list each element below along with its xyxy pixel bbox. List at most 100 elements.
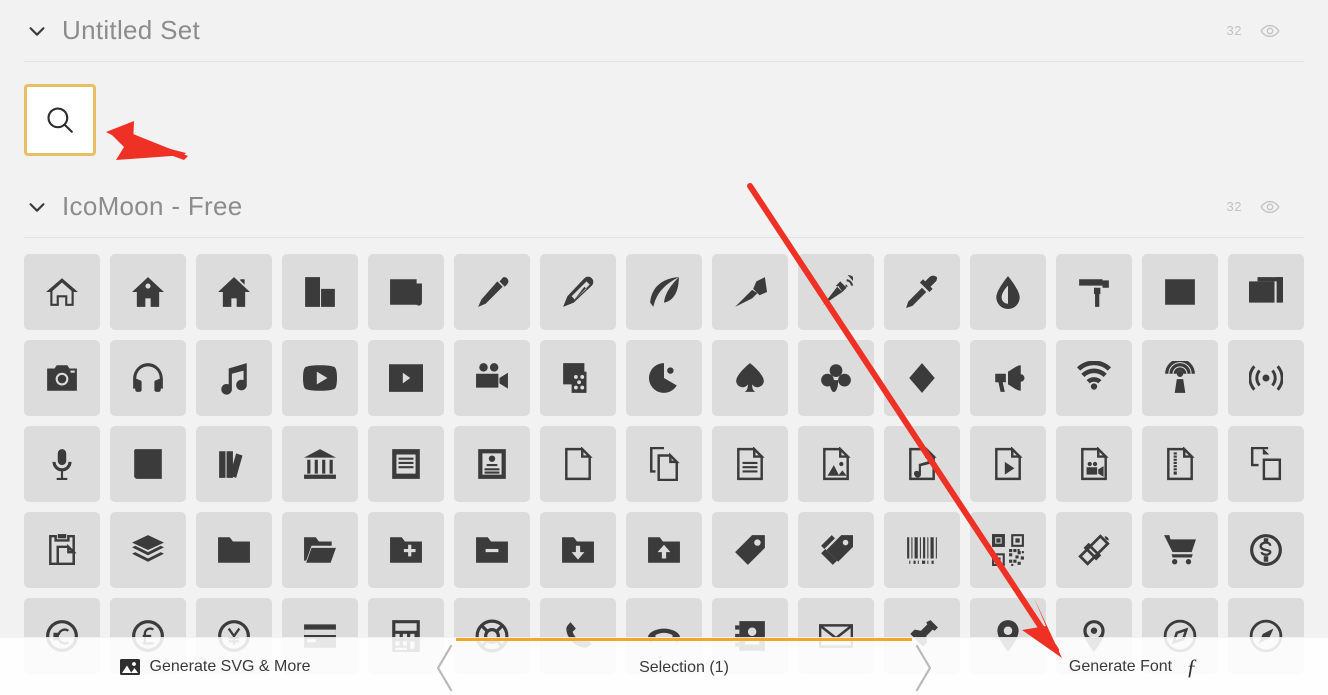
icon-cell[interactable] [24, 254, 100, 330]
icon-cell[interactable] [712, 512, 788, 588]
icon-cell[interactable] [1056, 512, 1132, 588]
icon-cell[interactable] [454, 254, 530, 330]
icon-cell[interactable] [540, 426, 616, 502]
icon-cell[interactable] [540, 254, 616, 330]
icon-cell[interactable] [368, 340, 444, 416]
generate-svg-button[interactable]: Generate SVG & More [0, 638, 430, 695]
icon-cell[interactable] [110, 512, 186, 588]
droplet-icon [991, 275, 1025, 309]
icon-cell[interactable] [24, 512, 100, 588]
image-icon [1163, 275, 1197, 309]
play-icon [303, 361, 337, 395]
icon-cell[interactable] [196, 340, 272, 416]
icon-cell[interactable] [1142, 254, 1218, 330]
pencil2-icon [561, 275, 595, 309]
eye-icon[interactable] [1260, 21, 1280, 41]
folder-upload-icon [647, 533, 681, 567]
icon-cell[interactable] [1228, 254, 1304, 330]
chevron-right-icon[interactable] [910, 642, 936, 694]
icon-cell[interactable] [454, 512, 530, 588]
icon-cell[interactable] [1142, 512, 1218, 588]
coin-dollar-icon [1249, 533, 1283, 567]
pencil-icon [475, 275, 509, 309]
icon-cell[interactable] [196, 426, 272, 502]
icon-cell[interactable] [712, 254, 788, 330]
spades-icon [733, 361, 767, 395]
file-empty-icon [561, 447, 595, 481]
icon-cell[interactable] [970, 512, 1046, 588]
icon-cell[interactable] [368, 512, 444, 588]
icon-cell[interactable] [196, 254, 272, 330]
icon-cell[interactable] [970, 254, 1046, 330]
icon-cell[interactable] [712, 340, 788, 416]
icon-cell[interactable] [626, 512, 702, 588]
set-header-untitled[interactable]: Untitled Set 32 [24, 0, 1304, 62]
icon-cell[interactable] [540, 340, 616, 416]
icon-cell[interactable] [626, 340, 702, 416]
file-text2-icon [733, 447, 767, 481]
home3-icon [217, 275, 251, 309]
selection-tab[interactable]: Selection (1) [430, 638, 938, 695]
icon-cell[interactable] [368, 426, 444, 502]
podcast-icon [1163, 361, 1197, 395]
icon-cell[interactable] [1056, 254, 1132, 330]
icon-grid-wrapper [0, 238, 1328, 674]
mic-icon [45, 447, 79, 481]
icon-cell[interactable] [626, 254, 702, 330]
icon-cell[interactable] [24, 426, 100, 502]
icon-cell[interactable] [1228, 512, 1304, 588]
library-icon [303, 447, 337, 481]
icon-cell[interactable] [712, 426, 788, 502]
selection-label: Selection (1) [639, 659, 729, 676]
chevron-down-icon[interactable] [24, 18, 50, 44]
icon-cell[interactable] [884, 340, 960, 416]
qrcode-icon [991, 533, 1025, 567]
generate-font-button[interactable]: Generate Font ƒ [938, 638, 1328, 695]
icon-cell[interactable] [626, 426, 702, 502]
icon-cell[interactable] [798, 426, 874, 502]
book-icon [131, 447, 165, 481]
icon-cell[interactable] [282, 512, 358, 588]
icon-cell[interactable] [1228, 426, 1304, 502]
home-icon [45, 275, 79, 309]
file-zip-icon [1163, 447, 1197, 481]
icon-cell[interactable] [282, 426, 358, 502]
icon-cell[interactable] [1142, 426, 1218, 502]
icon-cell[interactable] [1056, 426, 1132, 502]
camera-icon [45, 361, 79, 395]
icon-cell[interactable] [884, 512, 960, 588]
icon-cell[interactable] [110, 426, 186, 502]
icon-cell[interactable] [110, 254, 186, 330]
icon-cell[interactable] [368, 254, 444, 330]
profile-icon [475, 447, 509, 481]
file-picture-icon [819, 447, 853, 481]
icon-cell[interactable] [1228, 340, 1304, 416]
icon-cell[interactable] [884, 426, 960, 502]
icon-cell[interactable] [1142, 340, 1218, 416]
icon-cell[interactable] [884, 254, 960, 330]
icon-cell[interactable] [282, 254, 358, 330]
icon-cell[interactable] [798, 512, 874, 588]
chevron-left-icon[interactable] [432, 642, 458, 694]
eye-icon[interactable] [1260, 197, 1280, 217]
bottom-toolbar: Generate SVG & More Selection (1) Genera… [0, 637, 1328, 695]
diamonds-icon [905, 361, 939, 395]
icon-cell[interactable] [798, 254, 874, 330]
icon-cell[interactable] [282, 340, 358, 416]
icon-cell[interactable] [1056, 340, 1132, 416]
icon-cell[interactable] [798, 340, 874, 416]
chevron-down-icon[interactable] [24, 194, 50, 220]
stack-icon [131, 533, 165, 567]
set-header-icomoon-free[interactable]: IcoMoon - Free 32 [24, 176, 1304, 238]
images-icon [1249, 275, 1283, 309]
icon-cell[interactable] [970, 426, 1046, 502]
search-input[interactable] [24, 84, 96, 156]
icon-cell[interactable] [196, 512, 272, 588]
icon-cell[interactable] [454, 426, 530, 502]
icon-cell[interactable] [970, 340, 1046, 416]
film-icon [389, 361, 423, 395]
icon-cell[interactable] [454, 340, 530, 416]
icon-cell[interactable] [110, 340, 186, 416]
icon-cell[interactable] [24, 340, 100, 416]
icon-cell[interactable] [540, 512, 616, 588]
